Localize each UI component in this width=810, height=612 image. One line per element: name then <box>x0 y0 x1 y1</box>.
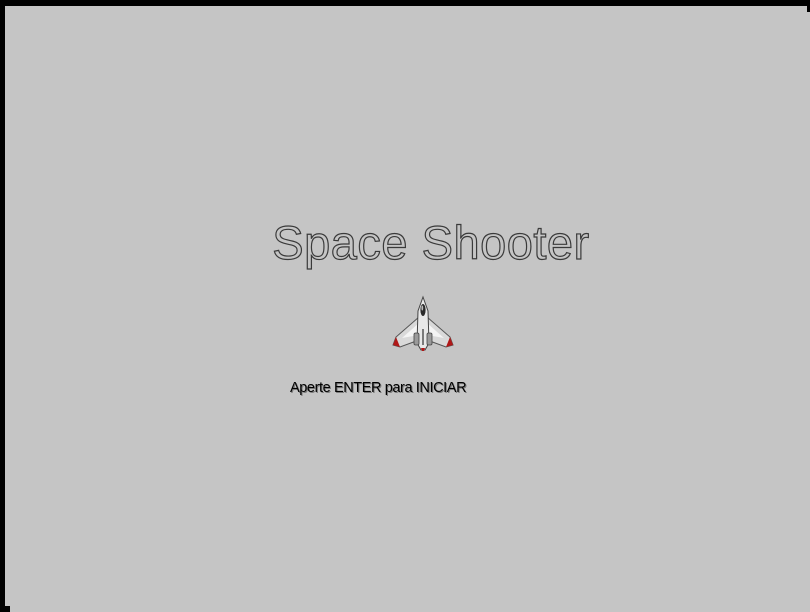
player-ship-icon <box>392 295 454 351</box>
game-window: Space Shooter Aperte ENTER para INICIAR <box>0 0 810 612</box>
start-prompt: Aperte ENTER para INICIAR <box>290 380 467 396</box>
title-screen[interactable]: Space Shooter Aperte ENTER para INICIAR <box>10 12 810 612</box>
game-title: Space Shooter <box>272 215 590 269</box>
